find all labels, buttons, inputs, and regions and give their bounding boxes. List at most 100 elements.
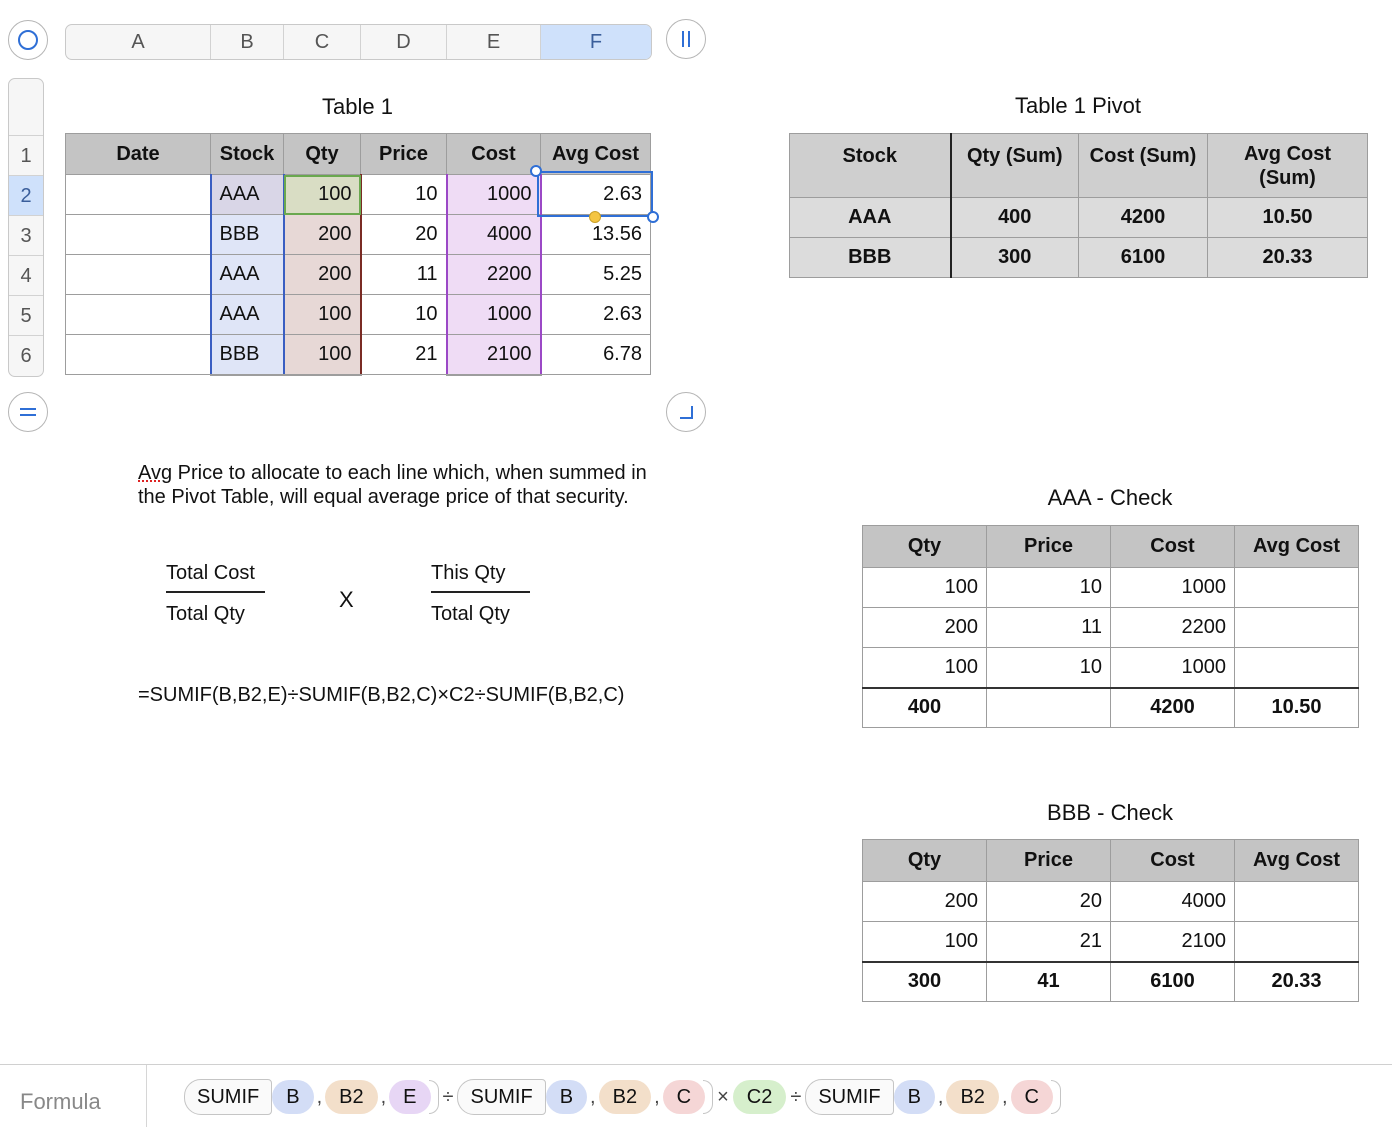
cell-avg-cost[interactable] xyxy=(1234,567,1359,608)
reference-token-b2[interactable]: B2 xyxy=(946,1080,999,1114)
cell-cost[interactable]: 1000 xyxy=(1110,567,1235,608)
bbb-header-qty[interactable]: Qty xyxy=(862,839,987,882)
reference-token-b[interactable]: B xyxy=(272,1080,314,1114)
cell-cost[interactable]: 2200 xyxy=(445,254,542,295)
bbb-header-avg-cost[interactable]: Avg Cost xyxy=(1234,839,1359,882)
cell-price[interactable]: 20 xyxy=(986,881,1111,922)
row-header-4[interactable]: 4 xyxy=(9,255,43,295)
cell-cost[interactable]: 1000 xyxy=(1110,647,1235,688)
reference-token-c2[interactable]: C2 xyxy=(732,1080,787,1114)
pivot-header-avg-cost[interactable]: Avg Cost (Sum) xyxy=(1207,133,1368,198)
cell-price[interactable]: 10 xyxy=(360,294,447,335)
formula-editor[interactable]: SUMIF B , B2 , E ÷ SUMIF B , B2 , C × C2… xyxy=(184,1079,1061,1115)
cell-qty[interactable]: 100 xyxy=(862,567,987,608)
row-header-3[interactable]: 3 xyxy=(9,215,43,255)
cell-price[interactable]: 10 xyxy=(986,567,1111,608)
pivot-header-stock[interactable]: Stock xyxy=(789,133,952,198)
total-qty[interactable]: 400 xyxy=(862,686,987,728)
autofill-handle[interactable] xyxy=(589,211,601,223)
row-handle-button[interactable] xyxy=(8,392,48,432)
cell-price[interactable]: 10 xyxy=(986,647,1111,688)
function-token-sumif[interactable]: SUMIF xyxy=(805,1079,894,1115)
reference-token-b[interactable]: B xyxy=(893,1080,935,1114)
bbb-header-cost[interactable]: Cost xyxy=(1110,839,1235,882)
table-resize-button[interactable] xyxy=(666,392,706,432)
header-qty[interactable]: Qty xyxy=(283,133,361,175)
pivot-cell-avg-cost[interactable]: 10.50 xyxy=(1207,197,1368,238)
cell-cost[interactable]: 4000 xyxy=(1110,881,1235,922)
aaa-header-price[interactable]: Price xyxy=(986,525,1111,568)
cell-price[interactable]: 11 xyxy=(360,254,447,295)
cell-qty[interactable]: 200 xyxy=(862,881,987,922)
total-cost[interactable]: 6100 xyxy=(1110,960,1235,1002)
cell-avg-cost[interactable]: 5.25 xyxy=(540,254,651,295)
reference-token-e[interactable]: E xyxy=(389,1080,431,1114)
pivot-header-cost[interactable]: Cost (Sum) xyxy=(1078,133,1208,198)
pivot-header-qty[interactable]: Qty (Sum) xyxy=(950,133,1079,198)
column-handle-button[interactable] xyxy=(666,19,706,59)
header-price[interactable]: Price xyxy=(360,133,447,175)
cell-qty[interactable]: 200 xyxy=(282,214,362,255)
divide-operator[interactable]: ÷ xyxy=(790,1086,801,1109)
pivot-cell-avg-cost[interactable]: 20.33 xyxy=(1207,237,1368,278)
multiply-operator[interactable]: × xyxy=(717,1086,729,1109)
cell-price[interactable]: 11 xyxy=(986,607,1111,648)
cell-qty[interactable]: 100 xyxy=(282,334,362,376)
cell-cost[interactable]: 2100 xyxy=(445,334,542,376)
cell-qty[interactable]: 100 xyxy=(282,294,362,335)
pivot-cell-cost[interactable]: 4200 xyxy=(1078,197,1208,238)
total-avg-cost[interactable]: 10.50 xyxy=(1234,686,1359,728)
select-all-button[interactable] xyxy=(8,20,48,60)
explanation-text[interactable]: Avg Price to allocate to each line which… xyxy=(138,461,658,509)
bbb-header-price[interactable]: Price xyxy=(986,839,1111,882)
reference-token-b[interactable]: B xyxy=(545,1080,588,1114)
column-header-b[interactable]: B xyxy=(211,25,284,59)
cell-avg-cost[interactable]: 2.63 xyxy=(540,294,651,335)
function-token-sumif[interactable]: SUMIF xyxy=(184,1079,273,1115)
pivot-cell-stock[interactable]: AAA xyxy=(789,197,952,238)
total-price[interactable] xyxy=(986,686,1111,728)
divide-operator[interactable]: ÷ xyxy=(443,1086,454,1109)
column-header-e[interactable]: E xyxy=(447,25,541,59)
header-date[interactable]: Date xyxy=(65,133,211,175)
total-avg-cost[interactable]: 20.33 xyxy=(1234,960,1359,1002)
aaa-header-qty[interactable]: Qty xyxy=(862,525,987,568)
header-stock[interactable]: Stock xyxy=(210,133,284,175)
column-header-f[interactable]: F xyxy=(541,25,651,59)
reference-token-c[interactable]: C xyxy=(662,1080,706,1114)
cell-qty[interactable]: 100 xyxy=(862,921,987,962)
cell-stock[interactable]: BBB xyxy=(209,214,285,255)
cell-qty[interactable]: 100 xyxy=(282,174,362,215)
selection-handle-bottom[interactable] xyxy=(647,211,659,223)
row-header-5[interactable]: 5 xyxy=(9,295,43,335)
pivot-cell-stock[interactable]: BBB xyxy=(789,237,952,278)
pivot-cell-cost[interactable]: 6100 xyxy=(1078,237,1208,278)
total-qty[interactable]: 300 xyxy=(862,960,987,1002)
cell-stock[interactable]: AAA xyxy=(209,294,285,335)
selection-handle-top[interactable] xyxy=(530,165,542,177)
cell-date[interactable] xyxy=(65,174,211,215)
cell-date[interactable] xyxy=(65,214,211,255)
cell-date[interactable] xyxy=(65,294,211,335)
pivot-cell-qty[interactable]: 400 xyxy=(950,197,1079,238)
row-header-2[interactable]: 2 xyxy=(9,175,43,215)
cell-cost[interactable]: 1000 xyxy=(445,174,542,215)
cell-date[interactable] xyxy=(65,254,211,295)
aaa-header-avg-cost[interactable]: Avg Cost xyxy=(1234,525,1359,568)
cell-cost[interactable]: 2200 xyxy=(1110,607,1235,648)
reference-token-b2[interactable]: B2 xyxy=(598,1080,652,1114)
header-avg-cost[interactable]: Avg Cost xyxy=(540,133,651,175)
aaa-header-cost[interactable]: Cost xyxy=(1110,525,1235,568)
total-cost[interactable]: 4200 xyxy=(1110,686,1235,728)
column-header-d[interactable]: D xyxy=(361,25,447,59)
header-cost[interactable]: Cost xyxy=(446,133,541,175)
cell-qty[interactable]: 200 xyxy=(862,607,987,648)
cell-cost[interactable]: 4000 xyxy=(445,214,542,255)
column-header-a[interactable]: A xyxy=(66,25,211,59)
pivot-cell-qty[interactable]: 300 xyxy=(950,237,1079,278)
cell-avg-cost[interactable] xyxy=(1234,647,1359,688)
cell-price[interactable]: 21 xyxy=(360,334,447,375)
cell-price[interactable]: 21 xyxy=(986,921,1111,962)
cell-date[interactable] xyxy=(65,334,211,375)
column-header-c[interactable]: C xyxy=(284,25,361,59)
